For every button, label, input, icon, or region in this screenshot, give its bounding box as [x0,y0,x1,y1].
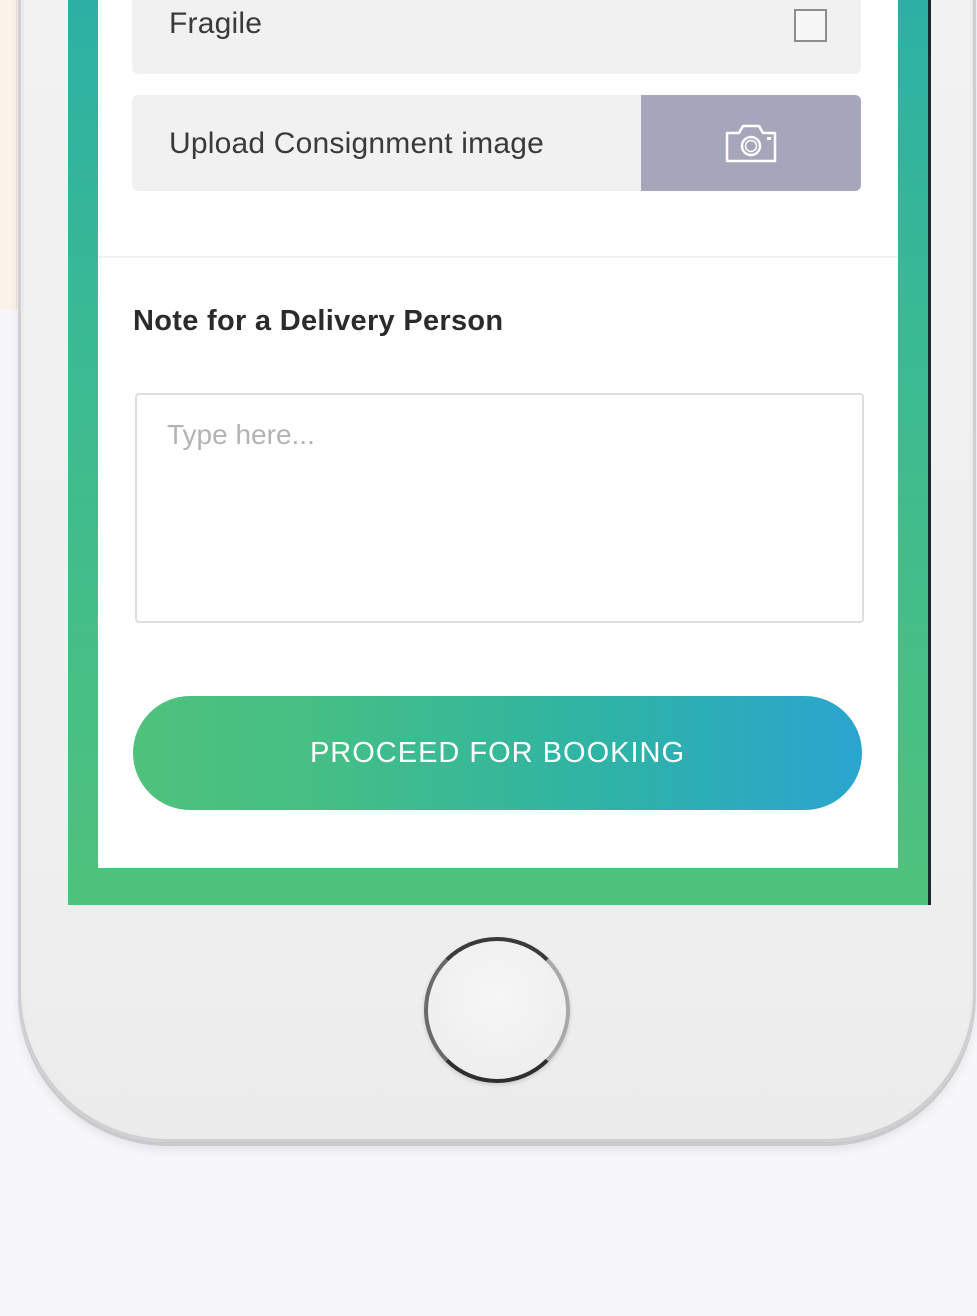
fragile-row[interactable]: Fragile [132,0,861,74]
background-panel [0,0,17,310]
fragile-checkbox[interactable] [794,9,827,42]
section-divider [98,256,898,258]
upload-consignment-row[interactable]: Upload Consignment image [132,95,861,191]
delivery-note-input[interactable] [135,393,864,623]
camera-icon [725,124,777,163]
upload-consignment-label: Upload Consignment image [169,127,545,160]
phone-home-button[interactable] [424,937,570,1083]
proceed-for-booking-button[interactable]: PROCEED FOR BOOKING [133,696,862,810]
note-title: Note for a Delivery Person [133,305,504,337]
upload-camera-button[interactable] [641,95,861,191]
fragile-label: Fragile [169,7,263,40]
